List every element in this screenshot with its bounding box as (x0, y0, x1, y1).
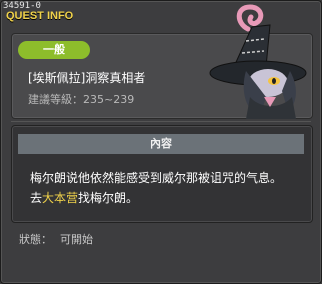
quest-description: 梅尔朗说他依然能感受到威尔那被诅咒的气息。 去大本营找梅尔朗。 (30, 168, 310, 208)
status-label: 狀態： (19, 233, 52, 246)
category-badge: 一般 (18, 41, 90, 59)
window-title: QUEST INFO (6, 10, 74, 22)
quest-name: [埃斯佩拉]洞察真相者 (28, 71, 146, 85)
location-link[interactable]: 大本营 (42, 191, 78, 205)
quest-level: 建議等級：235~239 (28, 91, 134, 107)
status-value: 可開始 (60, 233, 93, 246)
quest-info-window: 34591-0 QUEST INFO 一般 [埃斯佩拉]洞察真相者 建議等級：2… (0, 0, 322, 284)
level-label: 建議等級： (28, 93, 83, 106)
section-divider (11, 121, 311, 122)
quest-status: 狀態： 可開始 (19, 231, 101, 247)
description-line-2: 去大本营找梅尔朗。 (30, 188, 310, 208)
quest-content-panel: 內容 梅尔朗说他依然能感受到威尔那被诅咒的气息。 去大本营找梅尔朗。 (11, 125, 313, 223)
line2-suffix: 找梅尔朗。 (78, 191, 139, 205)
level-range: 235~239 (83, 93, 135, 106)
line2-prefix: 去 (30, 191, 43, 205)
content-header: 內容 (18, 134, 304, 154)
description-line-1: 梅尔朗说他依然能感受到威尔那被诅咒的气息。 (30, 171, 283, 185)
witch-npc-icon (209, 4, 307, 119)
